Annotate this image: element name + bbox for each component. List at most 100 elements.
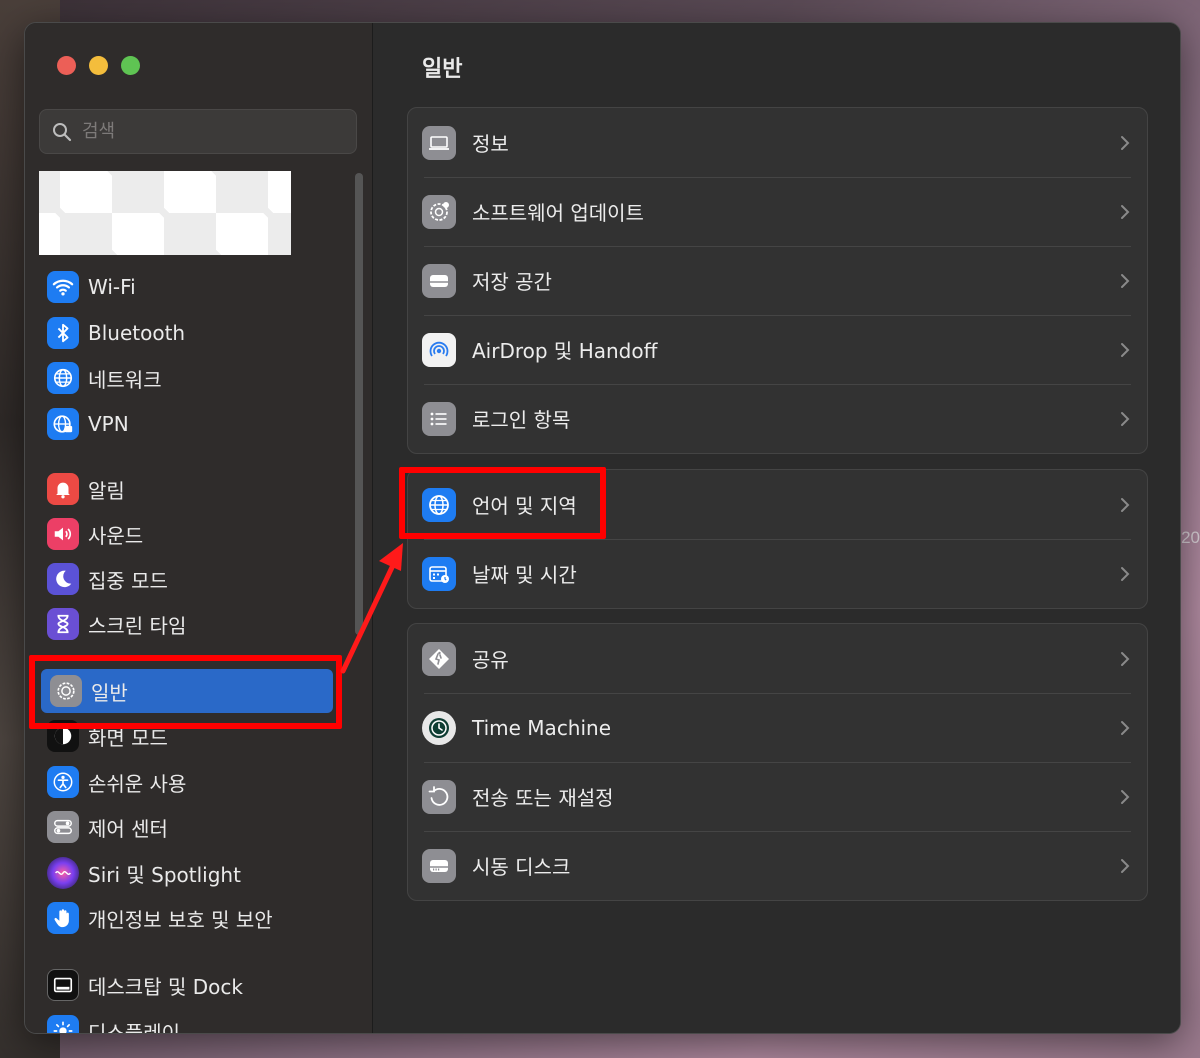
sidebar-item-label: 손쉬운 사용 [88, 771, 187, 796]
sidebar-item-label: 개인정보 보호 및 보안 [88, 907, 273, 932]
annotation-arrow-icon [340, 543, 403, 674]
row-label: 공유 [472, 648, 509, 672]
system-settings-window: Wi-Fi Bluetooth 네트워크 VPN [24, 22, 1181, 1034]
chevron-right-icon [1121, 720, 1130, 735]
calendar-clock-icon [422, 556, 456, 591]
sidebar-item-label: Siri 및 Spotlight [88, 862, 241, 887]
search-icon [53, 122, 72, 141]
main-pane: 일반 정보 소프트웨어 업데이트 저장 공간 AirDrop 및 Handoff… [374, 23, 1180, 1033]
sidebar-item-label: 알림 [88, 478, 125, 503]
row-storage[interactable]: 저장 공간 [408, 246, 1147, 315]
chevron-right-icon [1121, 342, 1130, 357]
page-title: 일반 [422, 57, 463, 82]
sidebar-item-label: 집중 모드 [88, 568, 168, 593]
row-label: AirDrop 및 Handoff [472, 339, 658, 363]
speaker-icon [47, 518, 79, 550]
storage-drive-icon [422, 263, 456, 298]
annotation-highlight-general [29, 655, 342, 729]
row-label: 정보 [472, 132, 509, 156]
row-date-time[interactable]: 날짜 및 시간 [408, 539, 1147, 608]
chevron-right-icon [1121, 497, 1130, 512]
row-about[interactable]: 정보 [408, 108, 1147, 177]
wifi-icon [47, 271, 79, 303]
sidebar-item-label: 스크린 타임 [88, 613, 187, 638]
sidebar-item-network[interactable]: 네트워크 [47, 359, 162, 397]
sidebar-item-vpn[interactable]: VPN [47, 405, 129, 443]
sharing-icon [422, 641, 456, 676]
sidebar-item-desktop-dock[interactable]: 데스크탑 및 Dock [47, 966, 243, 1004]
row-label: 전송 또는 재설정 [472, 786, 614, 810]
row-label: 시동 디스크 [472, 855, 571, 879]
chevron-right-icon [1121, 204, 1130, 219]
sidebar-item-wifi[interactable]: Wi-Fi [47, 268, 136, 306]
chevron-right-icon [1121, 411, 1130, 426]
sidebar-item-notifications[interactable]: 알림 [47, 470, 125, 508]
desktop-edge-text: 20 [1181, 528, 1200, 547]
sidebar-item-label: VPN [88, 412, 129, 436]
software-update-gear-icon [422, 194, 456, 229]
sidebar-item-label: 디스플레이 [88, 1020, 180, 1034]
hourglass-icon [47, 608, 79, 640]
annotation-highlight-language-region [399, 467, 606, 539]
sidebar-item-label: Wi-Fi [88, 275, 136, 299]
reset-icon [422, 779, 456, 814]
sidebar-item-label: 데스크탑 및 Dock [88, 974, 243, 999]
time-machine-icon [422, 710, 456, 745]
sidebar-item-siri-spotlight[interactable]: Siri 및 Spotlight [47, 854, 241, 892]
dock-icon [47, 969, 79, 1001]
bluetooth-icon [47, 317, 79, 349]
sidebar-item-accessibility[interactable]: 손쉬운 사용 [47, 763, 186, 801]
siri-icon [47, 857, 79, 889]
startup-disk-icon [422, 848, 456, 883]
minimize-button[interactable] [89, 56, 108, 75]
laptop-icon [422, 125, 456, 160]
sidebar-item-label: 제어 센터 [88, 816, 168, 841]
moon-icon [47, 563, 79, 595]
network-globe-icon [47, 362, 79, 394]
row-label: Time Machine [472, 715, 612, 740]
row-startup-disk[interactable]: 시동 디스크 [408, 831, 1147, 900]
row-sharing[interactable]: 공유 [408, 624, 1147, 693]
list-icon [422, 401, 456, 436]
row-label: 로그인 항목 [472, 408, 571, 432]
chevron-right-icon [1121, 135, 1130, 150]
bell-icon [47, 473, 79, 505]
row-software-update[interactable]: 소프트웨어 업데이트 [408, 177, 1147, 246]
chevron-right-icon [1121, 651, 1130, 666]
zoom-button[interactable] [121, 56, 140, 75]
profile-card-redacted[interactable] [39, 171, 291, 255]
sidebar-item-screen-time[interactable]: 스크린 타임 [47, 605, 186, 643]
row-transfer-reset[interactable]: 전송 또는 재설정 [408, 762, 1147, 831]
sidebar-item-sound[interactable]: 사운드 [47, 515, 143, 553]
sidebar: Wi-Fi Bluetooth 네트워크 VPN [25, 23, 373, 1033]
sidebar-item-focus[interactable]: 집중 모드 [47, 560, 168, 598]
close-button[interactable] [57, 56, 76, 75]
sidebar-item-displays[interactable]: 디스플레이 [47, 1012, 180, 1034]
airdrop-icon [422, 332, 456, 367]
row-label: 소프트웨어 업데이트 [472, 201, 644, 225]
sidebar-item-control-center[interactable]: 제어 센터 [47, 808, 168, 846]
vpn-globe-icon [47, 408, 79, 440]
settings-group-1: 정보 소프트웨어 업데이트 저장 공간 AirDrop 및 Handoff 로그… [407, 107, 1148, 454]
row-login-items[interactable]: 로그인 항목 [408, 384, 1147, 453]
sidebar-item-label: 사운드 [88, 523, 144, 548]
control-center-icon [47, 811, 79, 843]
sidebar-item-privacy-security[interactable]: 개인정보 보호 및 보안 [47, 899, 273, 937]
hand-icon [47, 902, 79, 934]
row-label: 저장 공간 [472, 270, 552, 294]
search-field[interactable] [39, 109, 357, 154]
chevron-right-icon [1121, 273, 1130, 288]
accessibility-icon [47, 766, 79, 798]
window-controls [57, 56, 140, 75]
chevron-right-icon [1121, 789, 1130, 804]
row-time-machine[interactable]: Time Machine [408, 693, 1147, 762]
settings-group-3: 공유 Time Machine 전송 또는 재설정 시동 디스크 [407, 623, 1148, 901]
display-sun-icon [47, 1015, 79, 1033]
chevron-right-icon [1121, 566, 1130, 581]
row-label: 날짜 및 시간 [472, 563, 577, 587]
sidebar-item-bluetooth[interactable]: Bluetooth [47, 314, 185, 352]
search-input[interactable] [82, 121, 322, 142]
chevron-right-icon [1121, 858, 1130, 873]
sidebar-item-label: 네트워크 [88, 367, 162, 392]
row-airdrop-handoff[interactable]: AirDrop 및 Handoff [408, 315, 1147, 384]
